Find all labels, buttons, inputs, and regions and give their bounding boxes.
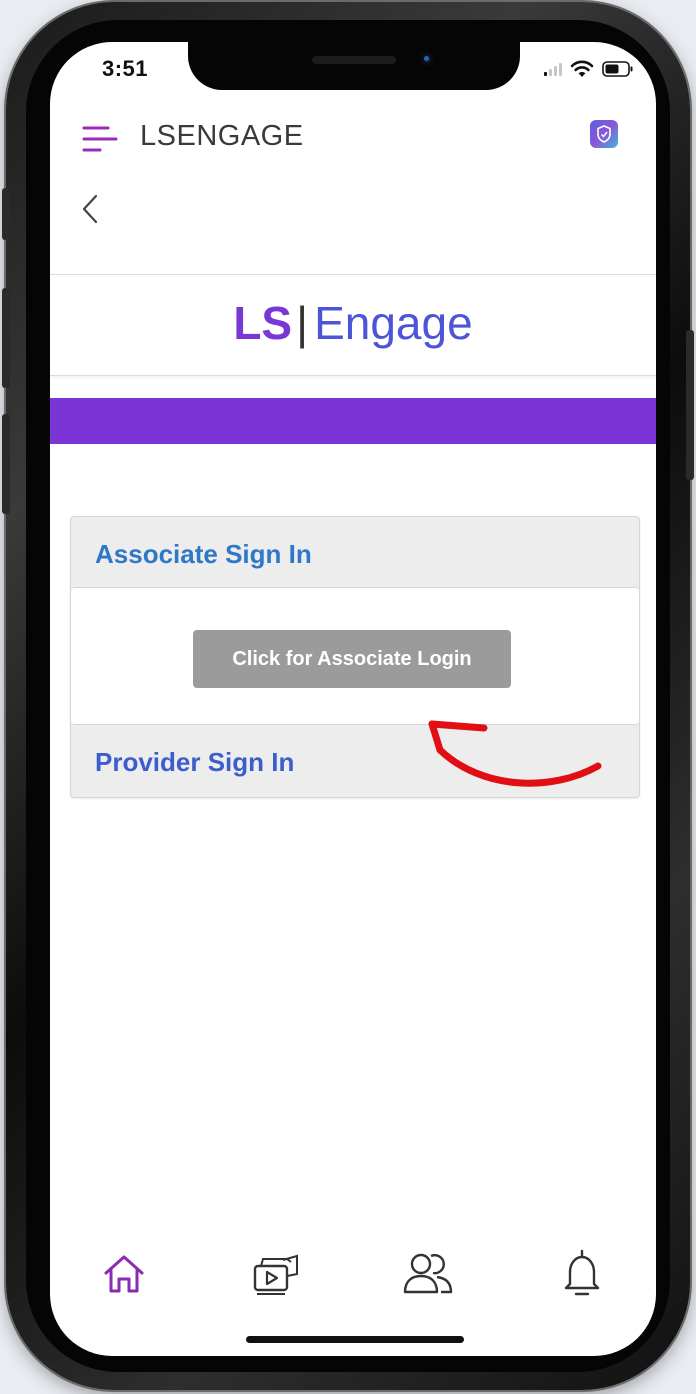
chevron-left-icon[interactable]	[78, 192, 102, 226]
volume-up-button	[2, 288, 10, 388]
shield-icon[interactable]	[590, 120, 618, 148]
app-header: LSENGAGE	[50, 102, 656, 178]
provider-signin-heading[interactable]: Provider Sign In	[95, 747, 294, 778]
status-time: 3:51	[102, 56, 149, 81]
speaker	[312, 56, 396, 64]
associate-login-button[interactable]: Click for Associate Login	[193, 630, 511, 688]
logo-separator: |	[296, 297, 309, 349]
bell-icon	[564, 1249, 600, 1296]
tab-media[interactable]	[246, 1248, 302, 1300]
volume-down-button	[2, 414, 10, 514]
home-indicator[interactable]	[246, 1336, 464, 1343]
bottom-tab-bar	[50, 1238, 656, 1308]
logo-banner: LS| Engage	[50, 274, 656, 376]
signal-icon	[544, 62, 562, 76]
silent-switch	[2, 188, 10, 240]
tab-notifications[interactable]	[554, 1248, 610, 1300]
phone-screen: 3:51 LSENGAGE LS| Engage Associate Sign …	[50, 42, 656, 1356]
media-icon	[253, 1254, 298, 1295]
app-title: LSENGAGE	[140, 120, 304, 152]
tab-people[interactable]	[400, 1248, 456, 1300]
camera	[420, 52, 434, 66]
logo-engage: Engage	[314, 297, 473, 349]
menu-icon[interactable]	[82, 124, 118, 154]
people-icon	[403, 1253, 453, 1294]
red-arrow-annotation	[428, 720, 602, 787]
home-icon	[104, 1255, 144, 1293]
battery-icon	[602, 61, 633, 77]
power-button	[686, 330, 694, 480]
logo-ls: LS	[233, 297, 293, 349]
brand-color-band	[50, 398, 656, 444]
lsengage-logo: LS| Engage	[50, 295, 656, 351]
associate-signin-body: Click for Associate Login	[71, 587, 639, 725]
associate-signin-heading[interactable]: Associate Sign In	[95, 539, 312, 570]
tab-home[interactable]	[96, 1248, 152, 1300]
status-icons	[544, 60, 634, 78]
wifi-icon	[570, 60, 594, 77]
notch	[188, 42, 520, 90]
